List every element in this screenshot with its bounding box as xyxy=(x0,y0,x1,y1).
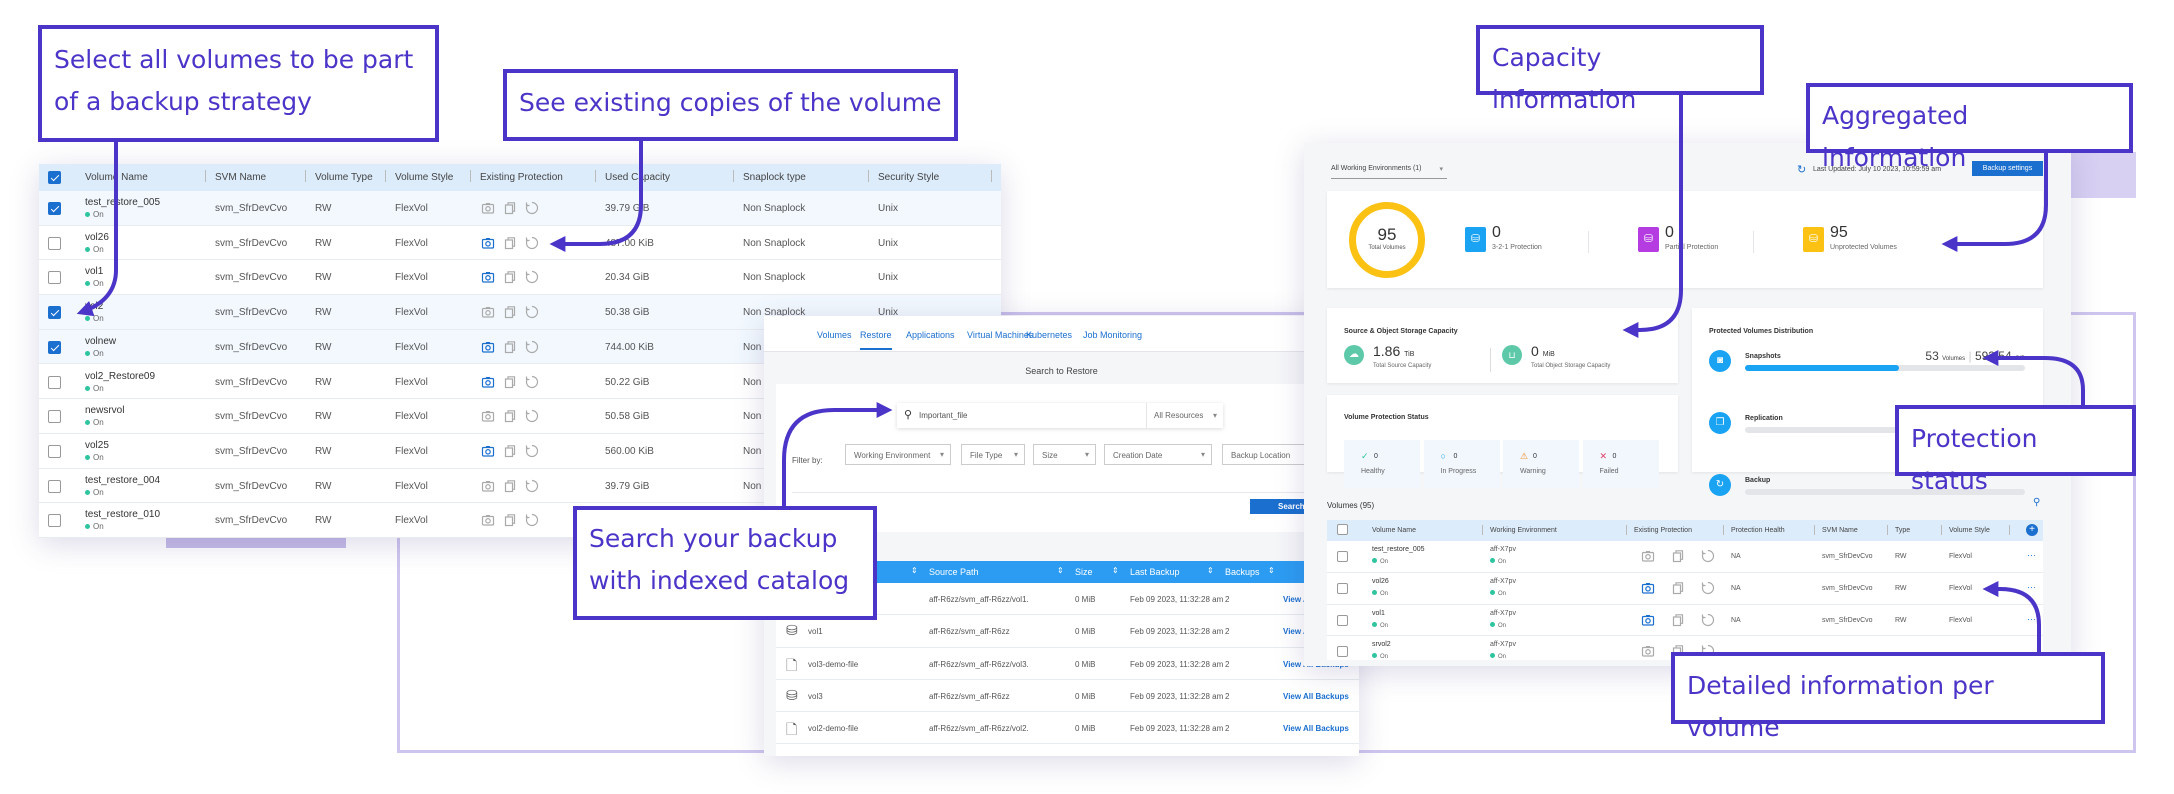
arrow-protection xyxy=(1982,350,2085,405)
arrow-aggregated xyxy=(1941,153,2048,252)
arrow-select xyxy=(76,142,118,317)
arrow-capacity xyxy=(1622,94,1683,338)
arrow-search xyxy=(782,402,893,506)
arrow-copies xyxy=(549,141,643,252)
last-updated: Last Updated: July 10 2023, 10:59:59 am xyxy=(1813,166,1942,173)
callout-arrows xyxy=(76,94,2085,652)
arrow-detailed xyxy=(1982,581,2041,652)
